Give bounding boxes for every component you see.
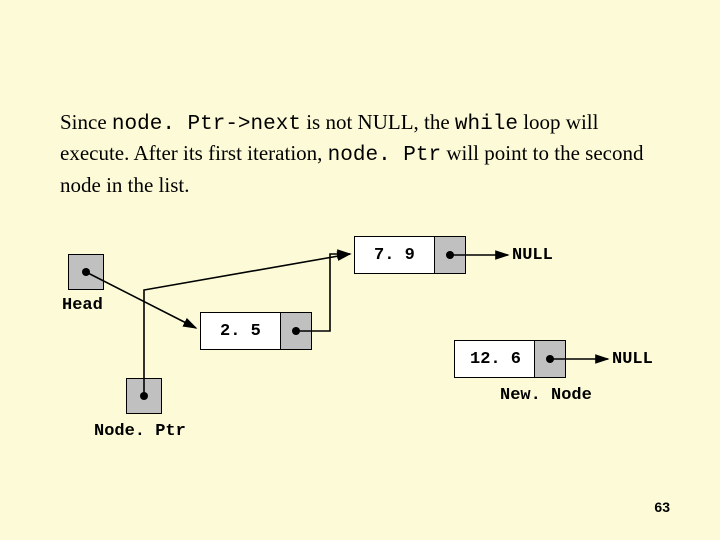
- node-2-next-dot: [446, 251, 454, 259]
- code-2: while: [455, 113, 518, 136]
- newnode-label: New. Node: [500, 386, 592, 405]
- node-2-value: 7. 9: [374, 246, 415, 265]
- slide: Since node. Ptr->next is not NULL, the w…: [0, 0, 720, 540]
- null-2-label: NULL: [612, 350, 653, 369]
- code-1: node. Ptr->next: [112, 113, 301, 136]
- paragraph: Since node. Ptr->next is not NULL, the w…: [60, 108, 660, 199]
- null-1-label: NULL: [512, 246, 553, 265]
- linked-list-diagram: Head Node. Ptr 2. 5 7. 9 NULL 12. 6 NULL…: [40, 230, 680, 490]
- nodeptr-dot: [140, 392, 148, 400]
- node-3-value: 12. 6: [470, 350, 521, 369]
- text-1: Since: [60, 110, 112, 134]
- head-dot: [82, 268, 90, 276]
- text-2: is not NULL, the: [301, 110, 455, 134]
- code-3: node. Ptr: [328, 144, 441, 167]
- node-3-next-dot: [546, 355, 554, 363]
- node-1-next-dot: [292, 327, 300, 335]
- head-label: Head: [62, 296, 103, 315]
- node-1-value: 2. 5: [220, 322, 261, 341]
- nodeptr-label: Node. Ptr: [94, 422, 186, 441]
- page-number: 63: [654, 499, 670, 515]
